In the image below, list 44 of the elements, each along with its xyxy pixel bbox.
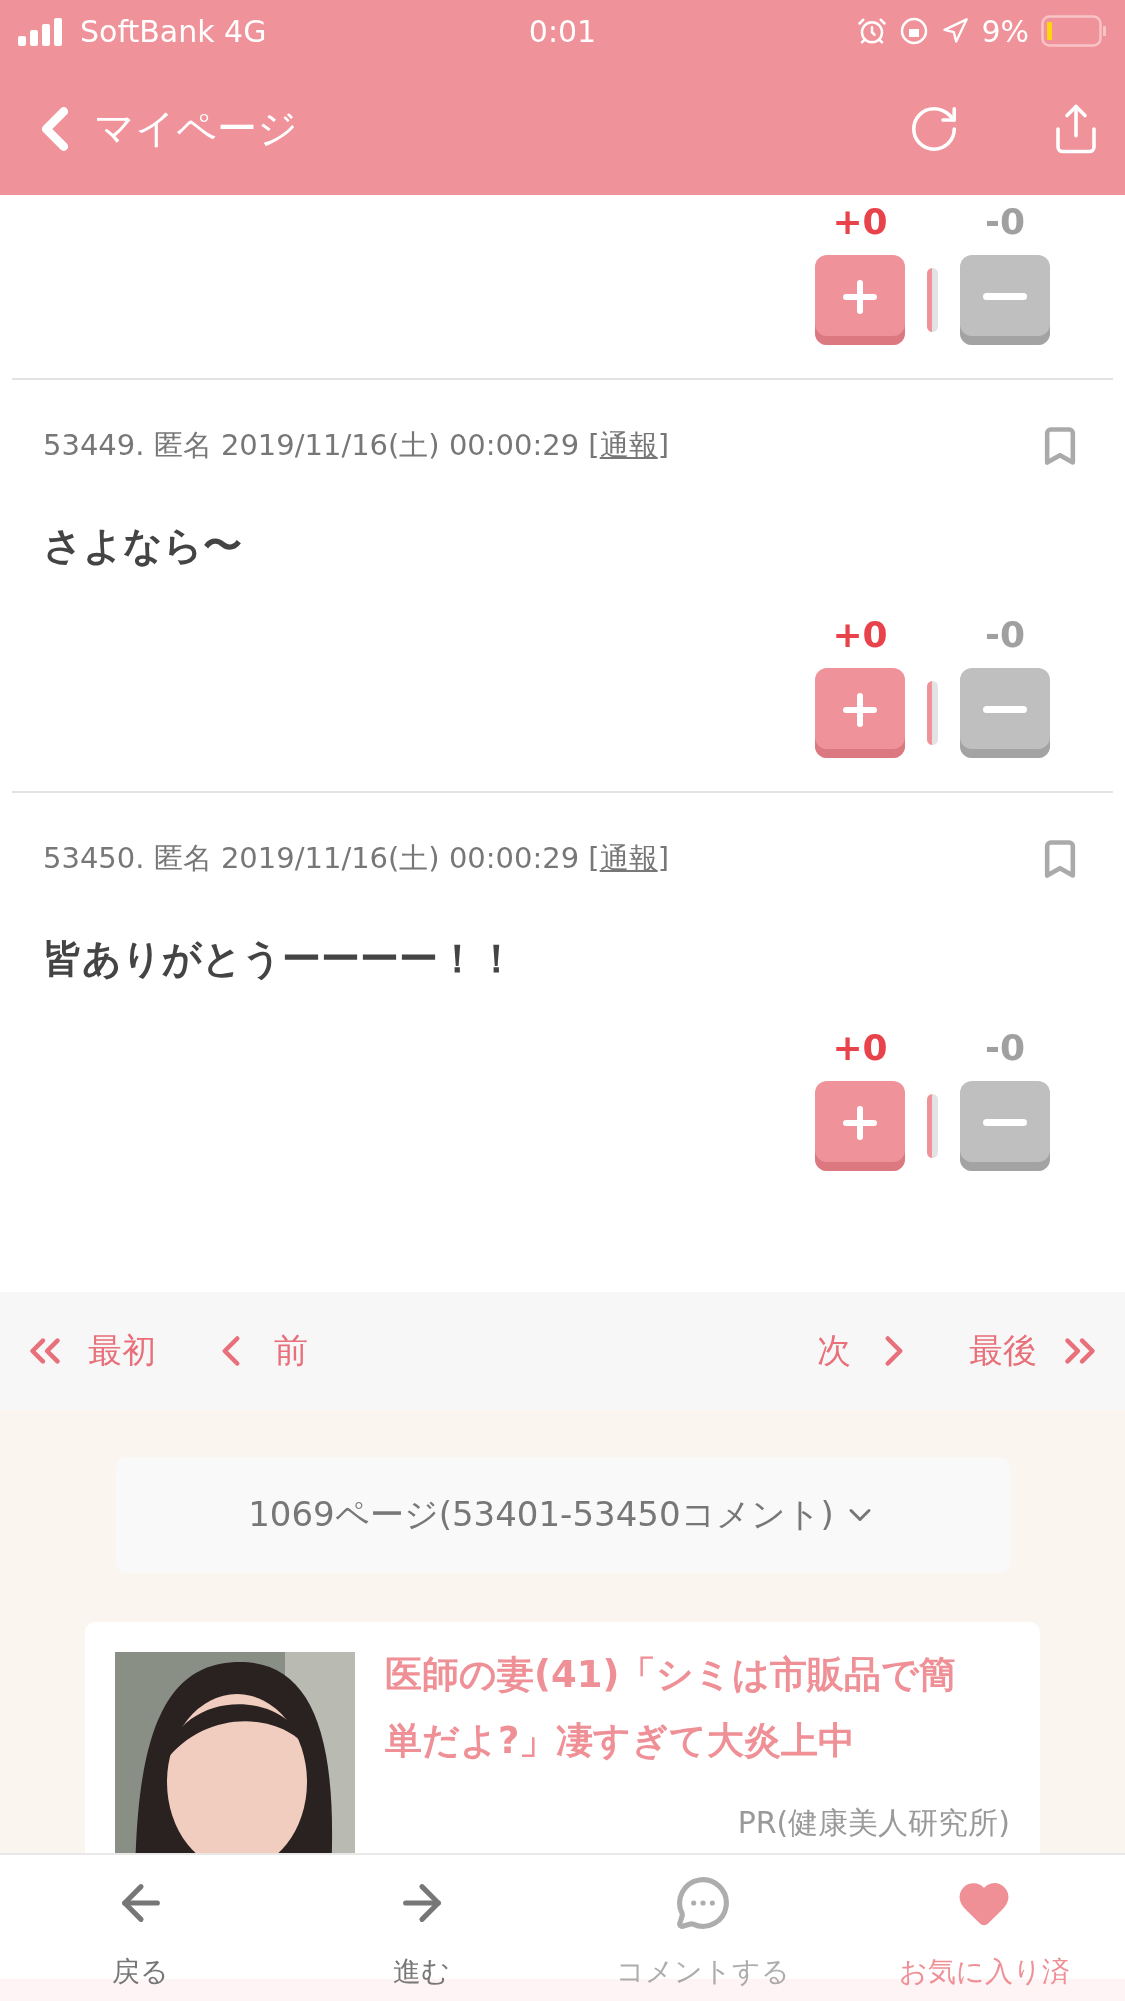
rotation-lock-icon (899, 16, 930, 46)
comment-meta: 53449. 匿名 2019/11/16(土) 00:00:29 [通報] (43, 427, 669, 464)
vote-ratio-bar (927, 681, 938, 745)
ad-title[interactable]: 医師の妻(41)「シミは市販品で簡単だよ?」凄すぎて大炎上中 (385, 1642, 960, 1774)
clock-time: 0:01 (528, 13, 597, 49)
vote-ratio-bar (927, 1094, 938, 1158)
minus-icon (983, 293, 1027, 300)
carrier-name: SoftBank 4G (80, 13, 267, 49)
battery-icon (1041, 15, 1107, 47)
pagination-link[interactable]: 最初 (20, 1326, 156, 1376)
minus-vote-button[interactable] (960, 255, 1050, 345)
back-link[interactable]: マイページ (20, 93, 819, 164)
minus-icon (983, 1119, 1027, 1126)
plus-vote-button[interactable] (815, 255, 905, 345)
plus-count: +0 (832, 202, 888, 242)
speech-bubble-icon (675, 1875, 732, 1931)
battery-percent: 9% (981, 13, 1029, 49)
minus-icon (983, 706, 1027, 713)
minus-count: -0 (985, 1028, 1025, 1068)
toolbar-button[interactable]: 戻る (0, 1855, 282, 2001)
plus-count: +0 (832, 615, 888, 655)
toolbar-button[interactable]: 進む (281, 1855, 563, 2001)
pagination-link[interactable]: 前 (206, 1326, 308, 1376)
minus-vote-button[interactable] (960, 668, 1050, 758)
plus-count: +0 (832, 1028, 888, 1068)
vote-ratio-bar (927, 268, 938, 332)
comment-meta: 53450. 匿名 2019/11/16(土) 00:00:29 [通報] (43, 840, 669, 877)
alarm-icon (857, 16, 888, 46)
report-link[interactable]: 通報 (599, 841, 658, 875)
minus-count: -0 (985, 202, 1025, 242)
ad-card[interactable]: 医師の妻(41)「シミは市販品で簡単だよ?」凄すぎて大炎上中 PR(健康美人研究所) (85, 1622, 1040, 1853)
ad-sponsor: PR(健康美人研究所) (737, 1804, 1010, 1842)
page-select[interactable]: 1069ページ(53401-53450コメント) (116, 1457, 1010, 1573)
minus-vote-button[interactable] (960, 1081, 1050, 1171)
plus-vote-button[interactable] (815, 1081, 905, 1171)
comment-body: さよなら〜 (43, 522, 243, 570)
location-arrow-icon (941, 17, 970, 45)
pagination-link[interactable]: 次 (817, 1326, 919, 1376)
toolbar-button[interactable]: お気に入り済 (843, 1855, 1125, 2001)
comment-body: 皆ありがとうーーーー！！ (43, 935, 517, 983)
report-link[interactable]: 通報 (599, 428, 658, 462)
pagination-link[interactable]: 最後 (969, 1326, 1105, 1376)
minus-count: -0 (985, 615, 1025, 655)
plus-vote-button[interactable] (815, 668, 905, 758)
